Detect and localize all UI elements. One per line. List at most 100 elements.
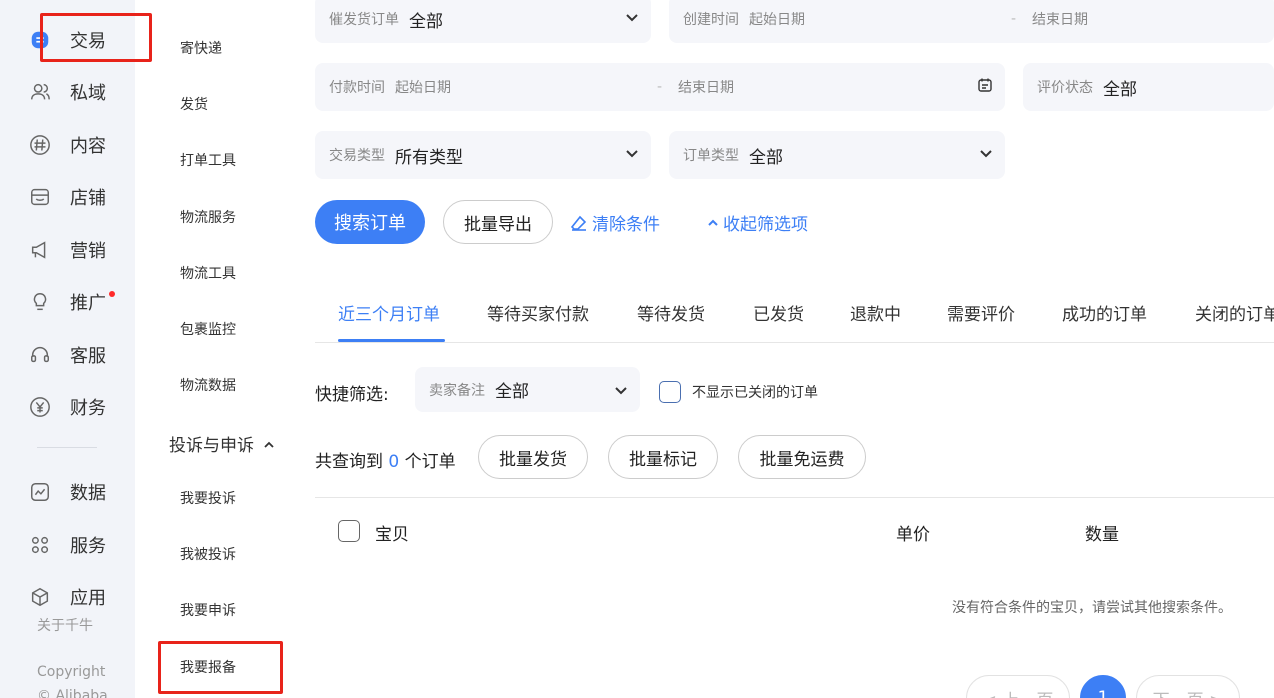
nav-item-finance[interactable]: 财务 xyxy=(28,392,106,422)
nav-item-services[interactable]: 服务 xyxy=(28,530,106,560)
tab-refunding[interactable]: 退款中 xyxy=(850,300,901,325)
table-divider xyxy=(315,497,1274,498)
secondary-sidebar: 寄快递 发货 打单工具 物流服务 物流工具 包裹监控 物流数据 投诉与申诉 我要… xyxy=(135,0,295,698)
field-label: 交易类型 xyxy=(329,148,385,164)
nav-label: 财务 xyxy=(70,398,106,419)
chevron-down-icon xyxy=(626,150,638,158)
subnav-item[interactable]: 我要申诉 xyxy=(180,600,236,620)
users-icon xyxy=(28,80,52,104)
tab-needs-review[interactable]: 需要评价 xyxy=(947,300,1015,325)
range-dash: - xyxy=(657,79,663,95)
nav-item-marketing[interactable]: 营销 xyxy=(28,235,106,265)
page-1-button[interactable]: 1 xyxy=(1080,675,1126,698)
field-label: 订单类型 xyxy=(683,148,739,164)
summary-prefix: 共查询到 xyxy=(315,452,383,472)
nav-item-service-chat[interactable]: 客服 xyxy=(28,340,106,370)
summary-suffix: 个订单 xyxy=(404,452,456,472)
yuan-icon xyxy=(28,395,52,419)
nav-item-store[interactable]: 店铺 xyxy=(28,182,106,212)
next-page-button[interactable]: 下一页 > xyxy=(1136,675,1240,698)
subnav-item[interactable]: 物流数据 xyxy=(180,375,236,395)
clear-filters-link[interactable]: 清除条件 xyxy=(570,210,660,235)
field-value: 所有类型 xyxy=(395,147,463,168)
eraser-icon xyxy=(570,215,587,231)
subnav-item[interactable]: 物流工具 xyxy=(180,263,236,283)
grid-icon xyxy=(28,533,52,557)
tab-shipped[interactable]: 已发货 xyxy=(753,300,804,325)
start-date-input[interactable]: 起始日期 xyxy=(749,9,805,29)
subnav-item[interactable]: 物流服务 xyxy=(180,207,236,227)
search-orders-button[interactable]: 搜索订单 xyxy=(315,200,425,244)
subnav-item[interactable]: 打单工具 xyxy=(180,150,236,170)
batch-export-button[interactable]: 批量导出 xyxy=(443,200,553,244)
copyright-text: Copyright xyxy=(37,664,106,680)
rating-status-select[interactable]: 评价状态 全部 xyxy=(1023,63,1274,111)
field-label: 评价状态 xyxy=(1037,80,1093,96)
tab-closed[interactable]: 关闭的订单 xyxy=(1195,300,1274,325)
urge-ship-select[interactable]: 催发货订单 全部 xyxy=(315,0,651,43)
nav-item-data[interactable]: 数据 xyxy=(28,477,106,507)
nav-item-private[interactable]: 私域 xyxy=(28,77,106,107)
nav-label: 营销 xyxy=(70,241,106,262)
subnav-item[interactable]: 我要投诉 xyxy=(180,488,236,508)
order-status-tabs: 近三个月订单 等待买家付款 等待发货 已发货 退款中 需要评价 成功的订单 关闭… xyxy=(315,296,1274,343)
tab-awaiting-payment[interactable]: 等待买家付款 xyxy=(487,300,589,325)
field-value: 全部 xyxy=(409,11,443,32)
result-count: 0 xyxy=(388,452,400,472)
tab-awaiting-shipment[interactable]: 等待发货 xyxy=(637,300,705,325)
subnav-group-complaints[interactable]: 投诉与申诉 xyxy=(169,431,275,456)
start-date-input[interactable]: 起始日期 xyxy=(395,77,451,97)
nav-label: 客服 xyxy=(70,346,106,367)
subnav-group-label: 投诉与申诉 xyxy=(169,436,254,456)
seller-memo-select[interactable]: 卖家备注 全部 xyxy=(415,367,640,412)
result-summary: 共查询到 0 个订单 xyxy=(315,447,456,472)
tab-recent-three-months[interactable]: 近三个月订单 xyxy=(338,300,440,325)
trade-type-select[interactable]: 交易类型 所有类型 xyxy=(315,131,651,179)
subnav-item[interactable]: 包裹监控 xyxy=(180,319,236,339)
field-label: 卖家备注 xyxy=(429,382,485,399)
end-date-input[interactable]: 结束日期 xyxy=(1032,9,1088,29)
nav-label: 店铺 xyxy=(70,188,106,209)
hash-icon xyxy=(28,133,52,157)
headset-icon xyxy=(28,343,52,367)
create-time-range[interactable]: 创建时间 起始日期 - 结束日期 xyxy=(669,0,1274,43)
field-value: 全部 xyxy=(1103,79,1137,100)
hide-closed-checkbox[interactable] xyxy=(659,381,681,403)
order-type-select[interactable]: 订单类型 全部 xyxy=(669,131,1005,179)
batch-ship-button[interactable]: 批量发货 xyxy=(478,435,588,479)
batch-mark-button[interactable]: 批量标记 xyxy=(608,435,718,479)
subnav-item[interactable]: 发货 xyxy=(180,94,208,114)
hide-closed-label: 不显示已关闭的订单 xyxy=(692,385,818,401)
nav-item-promotion[interactable]: 推广 xyxy=(28,287,106,317)
column-header-price: 单价 xyxy=(896,525,930,545)
batch-free-shipping-button[interactable]: 批量免运费 xyxy=(738,435,866,479)
store-icon xyxy=(28,185,52,209)
nav-item-apps[interactable]: 应用 xyxy=(28,582,106,612)
prev-page-button[interactable]: < 上一页 xyxy=(966,675,1070,698)
end-date-input[interactable]: 结束日期 xyxy=(678,77,734,97)
active-tab-indicator xyxy=(338,339,445,342)
nav-label: 数据 xyxy=(70,483,106,504)
cube-icon xyxy=(28,585,52,609)
field-label: 创建时间 xyxy=(683,12,739,28)
subnav-item[interactable]: 寄快递 xyxy=(180,38,222,58)
highlight-box-trade xyxy=(40,13,152,62)
clear-filters-label: 清除条件 xyxy=(592,215,660,235)
select-all-checkbox[interactable] xyxy=(338,520,360,542)
subnav-item[interactable]: 我被投诉 xyxy=(180,544,236,564)
nav-item-content[interactable]: 内容 xyxy=(28,130,106,160)
column-header-item: 宝贝 xyxy=(375,525,409,545)
about-link[interactable]: 关于千牛 xyxy=(37,615,93,635)
bulb-icon xyxy=(28,290,52,314)
calendar-icon[interactable] xyxy=(977,77,993,93)
chart-icon xyxy=(28,480,52,504)
nav-label: 推广 xyxy=(70,293,106,314)
chevron-down-icon xyxy=(626,14,638,22)
range-dash: - xyxy=(1011,11,1017,27)
collapse-filters-link[interactable]: 收起筛选项 xyxy=(707,210,808,235)
nav-label: 内容 xyxy=(70,136,106,157)
chevron-up-icon xyxy=(708,219,718,226)
nav-label: 私域 xyxy=(70,83,106,104)
pay-time-range[interactable]: 付款时间 起始日期 - 结束日期 xyxy=(315,63,1005,111)
tab-successful[interactable]: 成功的订单 xyxy=(1062,300,1147,325)
